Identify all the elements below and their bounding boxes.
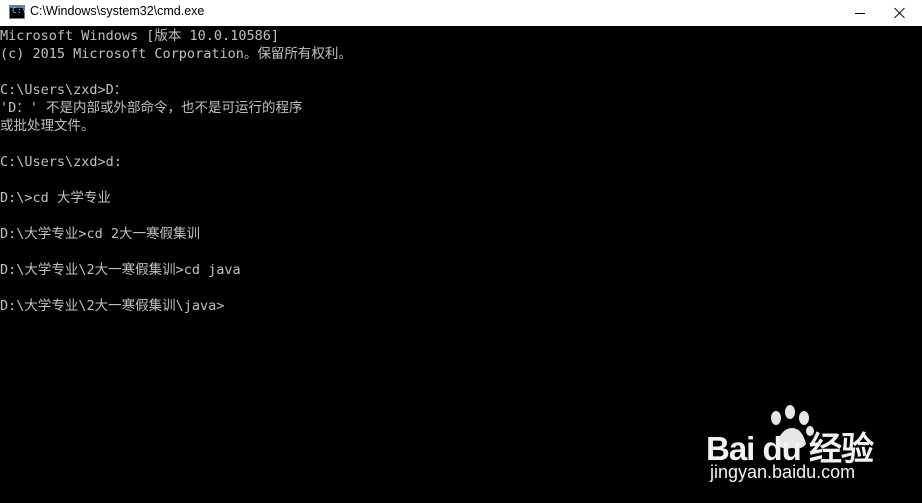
- console-line: D:\大学专业>cd 2大一寒假集训: [0, 226, 201, 242]
- console-prompt-line[interactable]: D:\大学专业\2大一寒假集训\java>: [0, 297, 224, 315]
- title-bar[interactable]: C:\ C:\Windows\system32\cmd.exe: [0, 0, 922, 26]
- watermark-domain: jingyan.baidu.com: [710, 462, 856, 482]
- console-line: D:\>cd 大学专业: [0, 190, 111, 206]
- close-icon: [894, 7, 906, 19]
- minimize-icon: [855, 12, 865, 14]
- close-button[interactable]: [878, 0, 922, 26]
- console-line: C:\Users\zxd>D：: [0, 82, 128, 98]
- console-line: C:\Users\zxd>d:: [0, 154, 122, 170]
- window-title: C:\Windows\system32\cmd.exe: [30, 4, 205, 18]
- console-line: D:\大学专业\2大一寒假集训>cd java: [0, 262, 241, 278]
- console-line: 'D：' 不是内部或外部命令，也不是可运行的程序: [0, 100, 303, 116]
- cmd-window: C:\ C:\Windows\system32\cmd.exe Microsof…: [0, 0, 922, 503]
- baidu-jingyan-watermark: Bai du 经验 jingyan.baidu.com: [706, 404, 906, 494]
- console-line: Microsoft Windows [版本 10.0.10586]: [0, 28, 279, 44]
- console-line: 或批处理文件。: [0, 118, 95, 134]
- console-line: (c) 2015 Microsoft Corporation。保留所有权利。: [0, 46, 352, 62]
- minimize-button[interactable]: [838, 0, 882, 26]
- cmd-console-icon[interactable]: C:\: [9, 5, 26, 19]
